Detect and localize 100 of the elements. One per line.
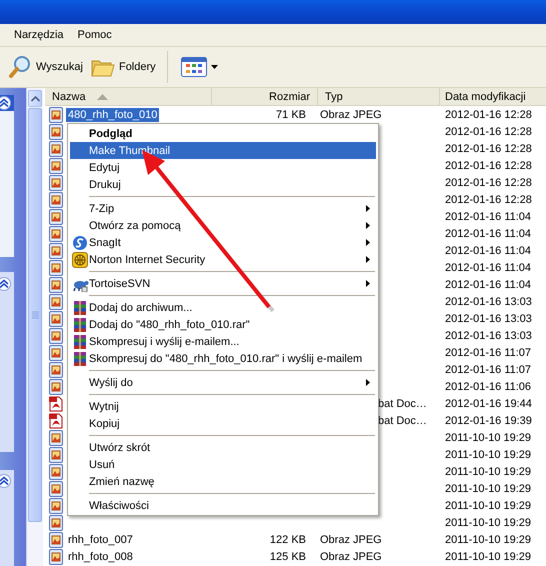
file-date: 2012-01-16 12:28 [445,176,532,188]
menu-item[interactable]: Wytnij [70,398,376,415]
file-date: 2011-10-10 19:29 [445,500,532,512]
image-file-icon [48,260,64,276]
collapse-icon[interactable] [0,96,11,110]
books-icon [72,334,88,350]
scroll-thumb[interactable] [28,108,42,522]
file-date: 2012-01-16 19:39 [445,414,532,426]
pdf-file-icon [48,396,64,412]
image-file-icon [48,106,64,122]
menu-item[interactable]: TortoiseSVN [70,275,376,292]
caret-icon [210,65,218,69]
file-date: 2011-10-10 19:29 [445,534,532,546]
file-date: 2012-01-16 11:07 [445,364,532,376]
image-file-icon [48,174,64,190]
menu-item[interactable]: Kopiuj [70,415,376,432]
folders-button[interactable]: Foldery [88,54,159,80]
image-file-icon [48,430,64,446]
scrollbar[interactable] [26,88,43,566]
view-grid-icon [180,57,207,77]
image-file-icon [48,532,64,548]
file-date: 2012-01-16 12:28 [445,142,532,154]
menu-item[interactable]: Drukuj [70,176,376,193]
file-date: 2012-01-16 12:28 [445,108,532,120]
image-file-icon [48,464,64,480]
file-name[interactable]: rhh_foto_008 [66,550,135,564]
image-file-icon [48,124,64,140]
menu-item[interactable]: Wyślij do [70,374,376,391]
file-date: 2012-01-16 11:06 [445,380,532,392]
image-file-icon [48,226,64,242]
file-date: 2012-01-16 11:07 [445,346,532,358]
file-date: 2011-10-10 19:29 [445,466,532,478]
column-header[interactable]: Typ [318,88,440,105]
image-file-icon [48,242,64,258]
menu-item[interactable]: 7-Zip [70,200,376,217]
file-date: 2012-01-16 11:04 [445,228,532,240]
caret-icon [30,96,40,102]
file-date: 2011-10-10 19:29 [445,448,532,460]
file-date: 2012-01-16 11:04 [445,244,532,256]
menu-item[interactable]: Skompresuj i wyślij e-mailem... [70,333,376,350]
menu-item[interactable]: SnagIt [70,234,376,251]
file-date: 2012-01-16 19:44 [445,398,532,410]
column-header[interactable]: Data modyfikacji [440,88,546,105]
grip-icon [32,311,39,319]
column-header[interactable]: Nazwa [45,88,212,105]
file-size: 122 KB [270,534,306,546]
column-header[interactable]: Rozmiar [212,88,318,105]
collapse-icon[interactable] [0,277,11,291]
menu-item[interactable]: Dodaj do archiwum... [70,299,376,316]
image-file-icon [48,344,64,360]
image-file-icon [48,446,64,462]
image-file-icon [48,480,64,496]
file-date: 2012-01-16 13:03 [445,296,532,308]
collapse-icon[interactable] [0,474,11,488]
image-file-icon [48,362,64,378]
file-date: 2012-01-16 13:03 [445,312,532,324]
menu-item[interactable]: Podgląd [70,125,376,142]
file-date: 2011-10-10 19:29 [445,432,532,444]
file-date: 2011-10-10 19:29 [445,482,532,494]
file-name[interactable]: rhh_foto_007 [66,532,135,546]
pdf-file-icon [48,412,64,428]
file-type: Obraz JPEG [320,550,382,562]
image-file-icon [48,548,64,564]
file-date: 2011-10-10 19:29 [445,516,532,528]
file-date: 2012-01-16 12:28 [445,160,532,172]
menu-item[interactable]: Skompresuj do "480_rhh_foto_010.rar" i wyślij e-mailem [70,350,376,367]
books-icon [72,350,88,366]
file-date: 2012-01-16 11:04 [445,262,532,274]
file-size: 125 KB [270,550,306,562]
books-icon [72,300,88,316]
menu-item[interactable]: Usuń [70,456,376,473]
search-button[interactable]: Wyszukaj [5,53,86,81]
image-file-icon [48,208,64,224]
image-file-icon [48,192,64,208]
file-date: 2012-01-16 11:04 [445,210,532,222]
menu-item[interactable]: Utwórz skrót [70,439,376,456]
menu-item[interactable]: Narzędzia [8,27,70,43]
file-date: 2012-01-16 12:28 [445,194,532,206]
file-date: 2012-01-16 11:04 [445,278,532,290]
books-icon [72,316,88,332]
swirl-icon [72,234,88,250]
menu-item[interactable]: Zmień nazwę [70,473,376,490]
file-date: 2011-10-10 19:29 [445,550,532,562]
image-file-icon [48,158,64,174]
file-name[interactable]: 480_rhh_foto_010 [66,108,160,122]
image-file-icon [48,498,64,514]
globe-icon [72,252,88,268]
menu-item[interactable]: Make Thumbnail [70,142,376,159]
file-type: Obraz JPEG [320,108,382,120]
file-date: 2012-01-16 12:28 [445,126,532,138]
menu-item[interactable]: Dodaj do "480_rhh_foto_010.rar" [70,316,376,333]
menu-item[interactable]: Właściwości [70,497,376,514]
image-file-icon [48,310,64,326]
file-type: Obraz JPEG [320,534,382,546]
menu-item[interactable]: Edytuj [70,159,376,176]
menu-item[interactable]: Norton Internet Security [70,251,376,268]
menu-item[interactable]: Otwórz za pomocą [70,217,376,234]
scroll-up-button[interactable] [28,90,42,107]
image-file-icon [48,378,64,394]
menu-item[interactable]: Pomoc [72,27,118,43]
